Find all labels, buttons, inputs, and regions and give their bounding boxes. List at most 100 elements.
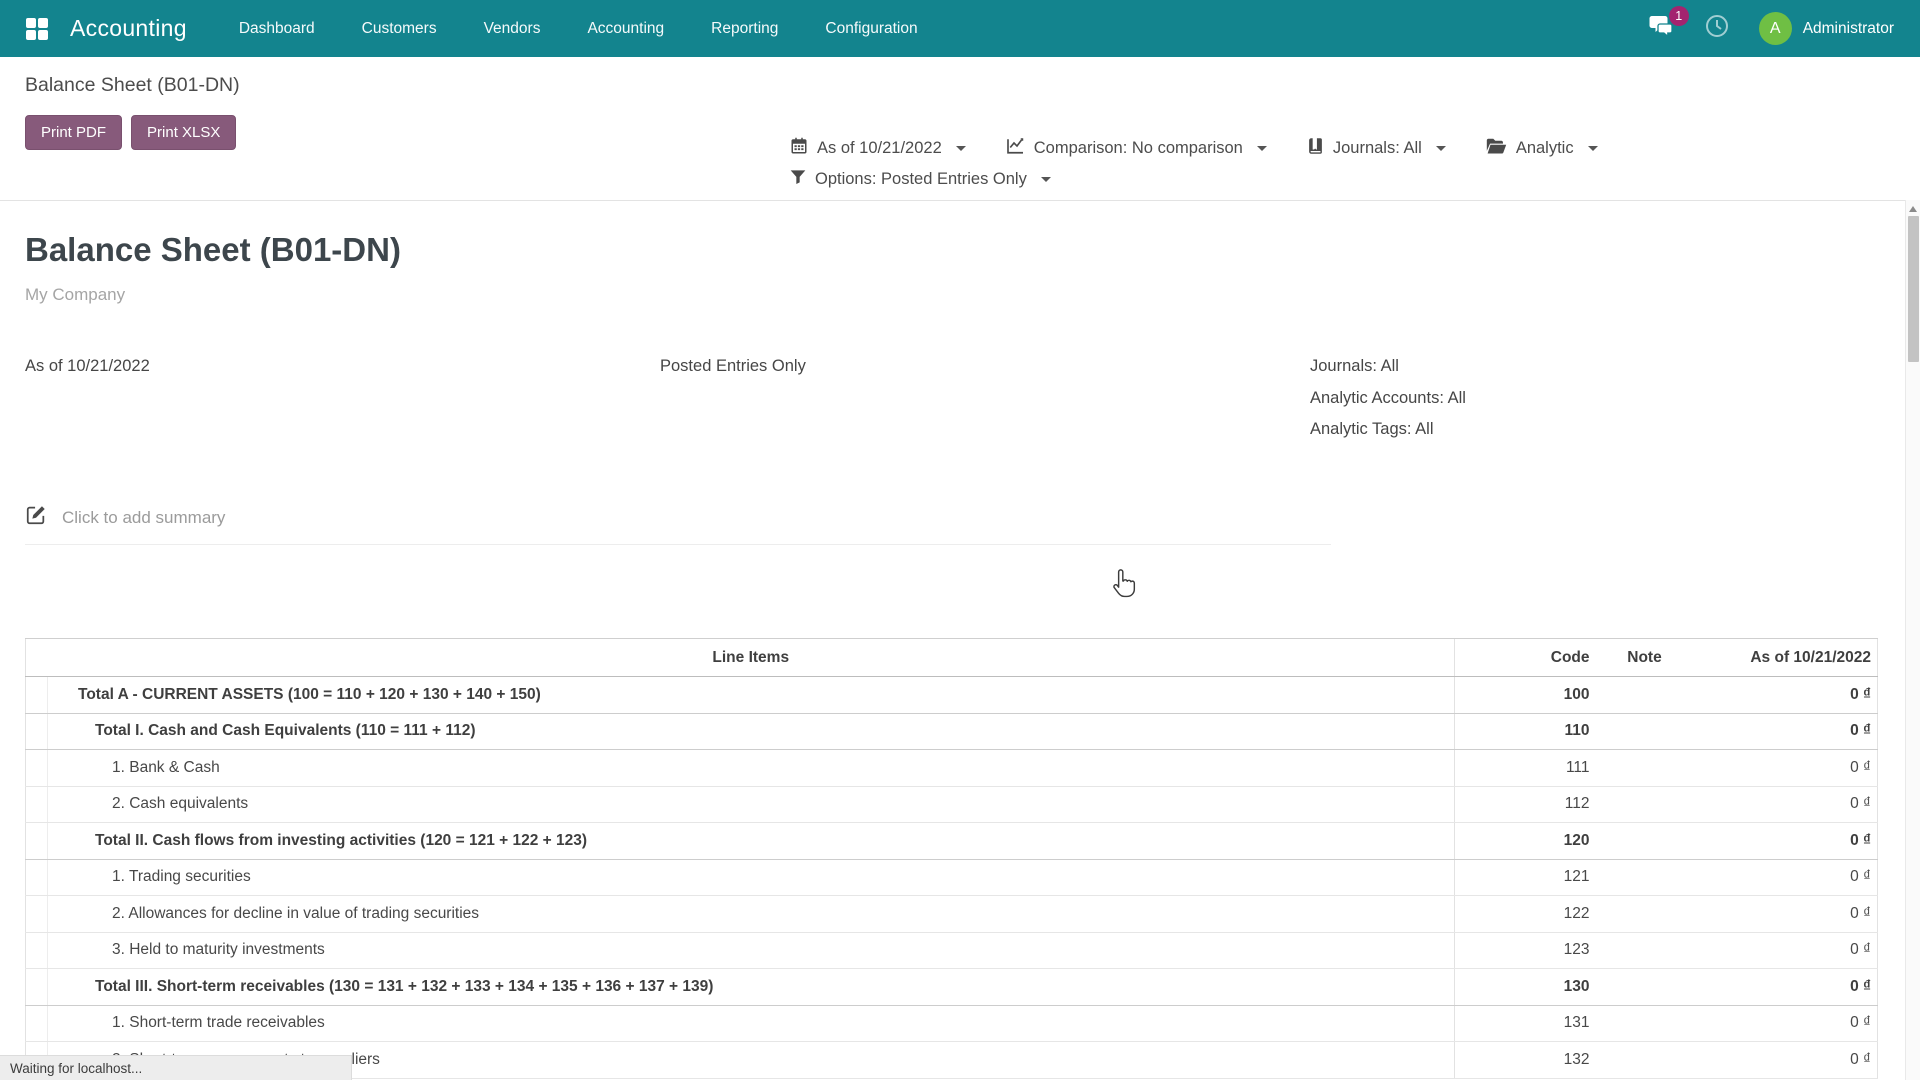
breadcrumb[interactable]: Balance Sheet (B01-DN) [25,74,240,97]
menu-dashboard[interactable]: Dashboard [239,20,315,38]
menu-configuration[interactable]: Configuration [825,20,917,38]
report-company: My Company [25,285,125,305]
messages-count-badge: 1 [1669,6,1689,26]
line-item-label: 1. Short-term trade receivables [48,1005,1455,1042]
line-item-value: 0 ₫ [1690,859,1878,896]
line-chart-icon [1006,137,1025,160]
table-row[interactable]: Total II. Cash flows from investing acti… [26,823,1878,860]
chevron-down-icon [1041,177,1051,182]
line-item-label: Total III. Short-term receivables (130 =… [48,969,1455,1006]
row-pad-cell [26,1005,48,1042]
user-menu[interactable]: A Administrator [1759,12,1894,45]
menu-accounting[interactable]: Accounting [587,20,664,38]
row-pad-cell [26,713,48,750]
report-entries-info: Posted Entries Only [660,351,1310,446]
line-item-code: 121 [1455,859,1600,896]
main-menu: Dashboard Customers Vendors Accounting R… [239,20,918,38]
col-header-value: As of 10/21/2022 [1690,639,1878,677]
options-filter[interactable]: Options: Posted Entries Only [790,169,1051,190]
user-name: Administrator [1803,20,1894,38]
vertical-scrollbar[interactable] [1905,200,1920,1080]
report-area: Balance Sheet (B01-DN) My Company As of … [0,201,1920,1080]
scrollbar-thumb[interactable] [1908,216,1919,362]
status-text: Waiting for localhost... [10,1061,142,1076]
print-xlsx-button[interactable]: Print XLSX [131,115,236,150]
line-item-value: 0 ₫ [1690,823,1878,860]
journals-filter[interactable]: Journals: All [1307,137,1446,160]
print-pdf-button[interactable]: Print PDF [25,115,122,150]
folder-open-icon [1486,137,1507,160]
line-item-label: 3. Held to maturity investments [48,932,1455,969]
table-row[interactable]: Total III. Short-term receivables (130 =… [26,969,1878,1006]
line-item-note [1600,932,1690,969]
summary-placeholder: Click to add summary [62,508,225,528]
line-item-note [1600,677,1690,714]
filter-funnel-icon [790,169,806,190]
line-item-value: 0 ₫ [1690,969,1878,1006]
edit-pencil-icon [25,504,47,531]
line-item-code: 110 [1455,713,1600,750]
line-item-code: 122 [1455,896,1600,933]
row-pad-cell [26,896,48,933]
apps-grid-icon[interactable] [26,18,48,40]
messages-button[interactable]: 1 [1649,15,1675,42]
report-table-body: Total A - CURRENT ASSETS (100 = 110 + 12… [26,677,1878,1079]
report-title: Balance Sheet (B01-DN) [25,231,401,269]
menu-reporting[interactable]: Reporting [711,20,778,38]
comparison-filter[interactable]: Comparison: No comparison [1006,137,1267,160]
line-item-note [1600,786,1690,823]
calendar-icon [790,137,808,160]
report-date-info: As of 10/21/2022 [25,351,660,446]
line-item-value: 0 ₫ [1690,750,1878,787]
line-item-code: 132 [1455,1042,1600,1079]
table-row[interactable]: 1. Short-term trade receivables1310 ₫ [26,1005,1878,1042]
clock-icon [1705,25,1729,42]
row-pad-cell [26,859,48,896]
chevron-down-icon [1257,146,1267,151]
table-header-row: Line Items Code Note As of 10/21/2022 [26,639,1878,677]
scroll-up-arrow-icon[interactable] [1909,206,1917,212]
line-item-label: 2. Cash equivalents [48,786,1455,823]
line-item-note [1600,896,1690,933]
menu-vendors[interactable]: Vendors [484,20,541,38]
col-header-line-items: Line Items [48,639,1455,677]
line-item-note [1600,969,1690,1006]
table-row[interactable]: Total A - CURRENT ASSETS (100 = 110 + 12… [26,677,1878,714]
line-item-label: 1. Bank & Cash [48,750,1455,787]
chat-bubbles-icon [1649,24,1675,41]
line-item-code: 131 [1455,1005,1600,1042]
line-item-code: 120 [1455,823,1600,860]
table-row[interactable]: 3. Held to maturity investments1230 ₫ [26,932,1878,969]
row-pad-cell [26,969,48,1006]
line-item-value: 0 ₫ [1690,1042,1878,1079]
menu-customers[interactable]: Customers [362,20,437,38]
line-item-note [1600,1042,1690,1079]
activities-button[interactable] [1705,14,1729,43]
line-item-label: 2. Allowances for decline in value of tr… [48,896,1455,933]
chevron-down-icon [1436,146,1446,151]
date-filter[interactable]: As of 10/21/2022 [790,137,966,160]
table-row[interactable]: 1. Trading securities121 0 ₫ [26,859,1878,896]
table-row[interactable]: 1. Bank & Cash1110 ₫ [26,750,1878,787]
line-item-label: Total A - CURRENT ASSETS (100 = 110 + 12… [48,677,1455,714]
browser-status-bar: Waiting for localhost... [0,1055,352,1080]
line-item-note [1600,823,1690,860]
line-item-note [1600,859,1690,896]
chevron-down-icon [956,146,966,151]
line-item-code: 100 [1455,677,1600,714]
line-item-label: 1. Trading securities [48,859,1455,896]
col-header-note: Note [1600,639,1690,677]
line-item-value: 0 ₫ [1690,713,1878,750]
add-summary-field[interactable]: Click to add summary [25,504,1331,545]
line-item-label: Total II. Cash flows from investing acti… [48,823,1455,860]
line-item-value: 0 ₫ [1690,932,1878,969]
app-brand[interactable]: Accounting [70,15,187,42]
table-row[interactable]: 2. Allowances for decline in value of tr… [26,896,1878,933]
row-pad-cell [26,750,48,787]
line-item-label: Total I. Cash and Cash Equivalents (110 … [48,713,1455,750]
table-row[interactable]: 2. Cash equivalents1120 ₫ [26,786,1878,823]
book-icon [1307,137,1324,160]
line-item-note [1600,750,1690,787]
analytic-filter[interactable]: Analytic [1486,137,1598,160]
table-row[interactable]: Total I. Cash and Cash Equivalents (110 … [26,713,1878,750]
